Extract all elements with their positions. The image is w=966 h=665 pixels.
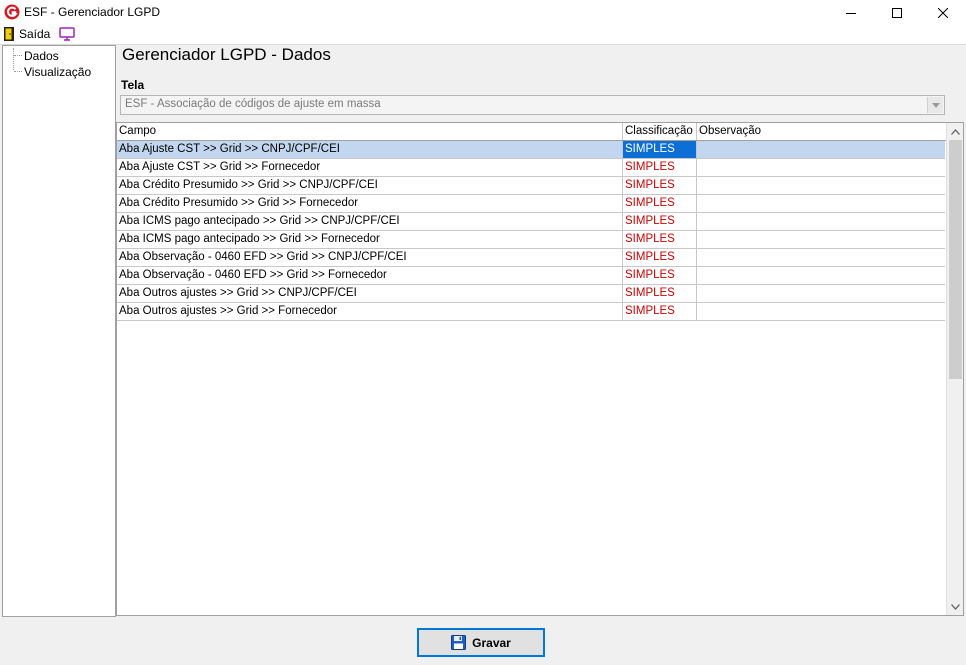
tree-item-visualizacao[interactable]: Visualização (24, 65, 91, 79)
scroll-thumb[interactable] (949, 140, 962, 379)
cell-classificacao[interactable]: SIMPLES (623, 213, 697, 230)
page-title: Gerenciador LGPD - Dados (122, 45, 331, 64)
chevron-up-icon (951, 128, 960, 135)
cell-campo[interactable]: Aba Crédito Presumido >> Grid >> Fornece… (117, 195, 623, 212)
cell-observacao[interactable] (697, 141, 945, 158)
menu-exit[interactable]: Saída (19, 27, 50, 41)
scroll-down-button[interactable] (947, 598, 963, 615)
table-row[interactable]: Aba Ajuste CST >> Grid >> CNPJ/CPF/CEI S… (117, 141, 945, 159)
cell-classificacao[interactable]: SIMPLES (623, 285, 697, 302)
cell-classificacao[interactable]: SIMPLES (623, 159, 697, 176)
cell-campo[interactable]: Aba Observação - 0460 EFD >> Grid >> For… (117, 267, 623, 284)
cell-observacao[interactable] (697, 303, 945, 320)
cell-classificacao[interactable]: SIMPLES (623, 195, 697, 212)
maximize-button[interactable] (874, 0, 920, 25)
table-row[interactable]: Aba ICMS pago antecipado >> Grid >> Forn… (117, 231, 945, 249)
column-header-observacao[interactable]: Observação (697, 123, 946, 140)
cell-campo[interactable]: Aba Outros ajustes >> Grid >> Fornecedor (117, 303, 623, 320)
cell-campo[interactable]: Aba Crédito Presumido >> Grid >> CNPJ/CP… (117, 177, 623, 194)
title-bar: ESF - Gerenciador LGPD (0, 0, 966, 25)
monitor-icon[interactable] (59, 27, 75, 41)
close-icon (938, 7, 948, 18)
cell-observacao[interactable] (697, 231, 945, 248)
cell-campo[interactable]: Aba ICMS pago antecipado >> Grid >> CNPJ… (117, 213, 623, 230)
cell-observacao[interactable] (697, 267, 945, 284)
cell-classificacao[interactable]: SIMPLES (623, 249, 697, 266)
cell-observacao[interactable] (697, 159, 945, 176)
table-row[interactable]: Aba Observação - 0460 EFD >> Grid >> CNP… (117, 249, 945, 267)
scroll-up-button[interactable] (947, 123, 963, 140)
cell-observacao[interactable] (697, 213, 945, 230)
fields-grid: Campo Classificação Observação Aba Ajust… (116, 122, 964, 616)
screen-select-dropdown-button[interactable] (927, 97, 943, 113)
cell-observacao[interactable] (697, 195, 945, 212)
cell-observacao[interactable] (697, 249, 945, 266)
grid-header: Campo Classificação Observação (117, 123, 946, 141)
tree-line (14, 71, 22, 72)
screen-select-value: ESF - Associação de códigos de ajuste em… (125, 98, 381, 110)
cell-campo[interactable]: Aba Outros ajustes >> Grid >> CNPJ/CPF/C… (117, 285, 623, 302)
cell-classificacao[interactable]: SIMPLES (623, 231, 697, 248)
window-title: ESF - Gerenciador LGPD (24, 5, 161, 19)
chevron-down-icon (931, 102, 940, 108)
cell-classificacao[interactable]: SIMPLES (623, 267, 697, 284)
table-row[interactable]: Aba Crédito Presumido >> Grid >> CNPJ/CP… (117, 177, 945, 195)
tree-line (14, 55, 22, 56)
table-row[interactable]: Aba Crédito Presumido >> Grid >> Fornece… (117, 195, 945, 213)
tree-item-dados[interactable]: Dados (24, 49, 59, 63)
cell-campo[interactable]: Aba Ajuste CST >> Grid >> Fornecedor (117, 159, 623, 176)
app-logo-icon (4, 4, 20, 20)
minimize-icon (846, 12, 856, 14)
cell-observacao[interactable] (697, 177, 945, 194)
screen-label: Tela (121, 78, 145, 92)
cell-classificacao[interactable]: SIMPLES (623, 177, 697, 194)
table-row[interactable]: Aba Outros ajustes >> Grid >> Fornecedor… (117, 303, 945, 321)
table-row[interactable]: Aba Observação - 0460 EFD >> Grid >> For… (117, 267, 945, 285)
save-button[interactable]: Gravar (417, 628, 545, 657)
cell-classificacao[interactable]: SIMPLES (623, 141, 697, 158)
cell-campo[interactable]: Aba Observação - 0460 EFD >> Grid >> CNP… (117, 249, 623, 266)
tree-line (13, 48, 14, 70)
save-button-label: Gravar (472, 635, 511, 650)
floppy-disk-icon (451, 635, 467, 650)
menu-bar: Saída (0, 25, 966, 45)
grid-vertical-scrollbar[interactable] (946, 123, 963, 615)
table-row[interactable]: Aba ICMS pago antecipado >> Grid >> CNPJ… (117, 213, 945, 231)
close-button[interactable] (920, 0, 966, 25)
cell-observacao[interactable] (697, 285, 945, 302)
table-row[interactable]: Aba Outros ajustes >> Grid >> CNPJ/CPF/C… (117, 285, 945, 303)
exit-door-icon[interactable] (4, 27, 14, 41)
cell-campo[interactable]: Aba ICMS pago antecipado >> Grid >> Forn… (117, 231, 623, 248)
minimize-button[interactable] (828, 0, 874, 25)
column-header-classificacao[interactable]: Classificação (623, 123, 697, 140)
table-row[interactable]: Aba Ajuste CST >> Grid >> Fornecedor SIM… (117, 159, 945, 177)
cell-classificacao[interactable]: SIMPLES (623, 303, 697, 320)
cell-campo[interactable]: Aba Ajuste CST >> Grid >> CNPJ/CPF/CEI (117, 141, 623, 158)
navigation-tree: Dados Visualização (2, 45, 116, 617)
screen-select[interactable]: ESF - Associação de códigos de ajuste em… (120, 95, 945, 115)
column-header-campo[interactable]: Campo (117, 123, 623, 140)
chevron-down-icon (951, 603, 960, 610)
maximize-icon (892, 7, 902, 18)
